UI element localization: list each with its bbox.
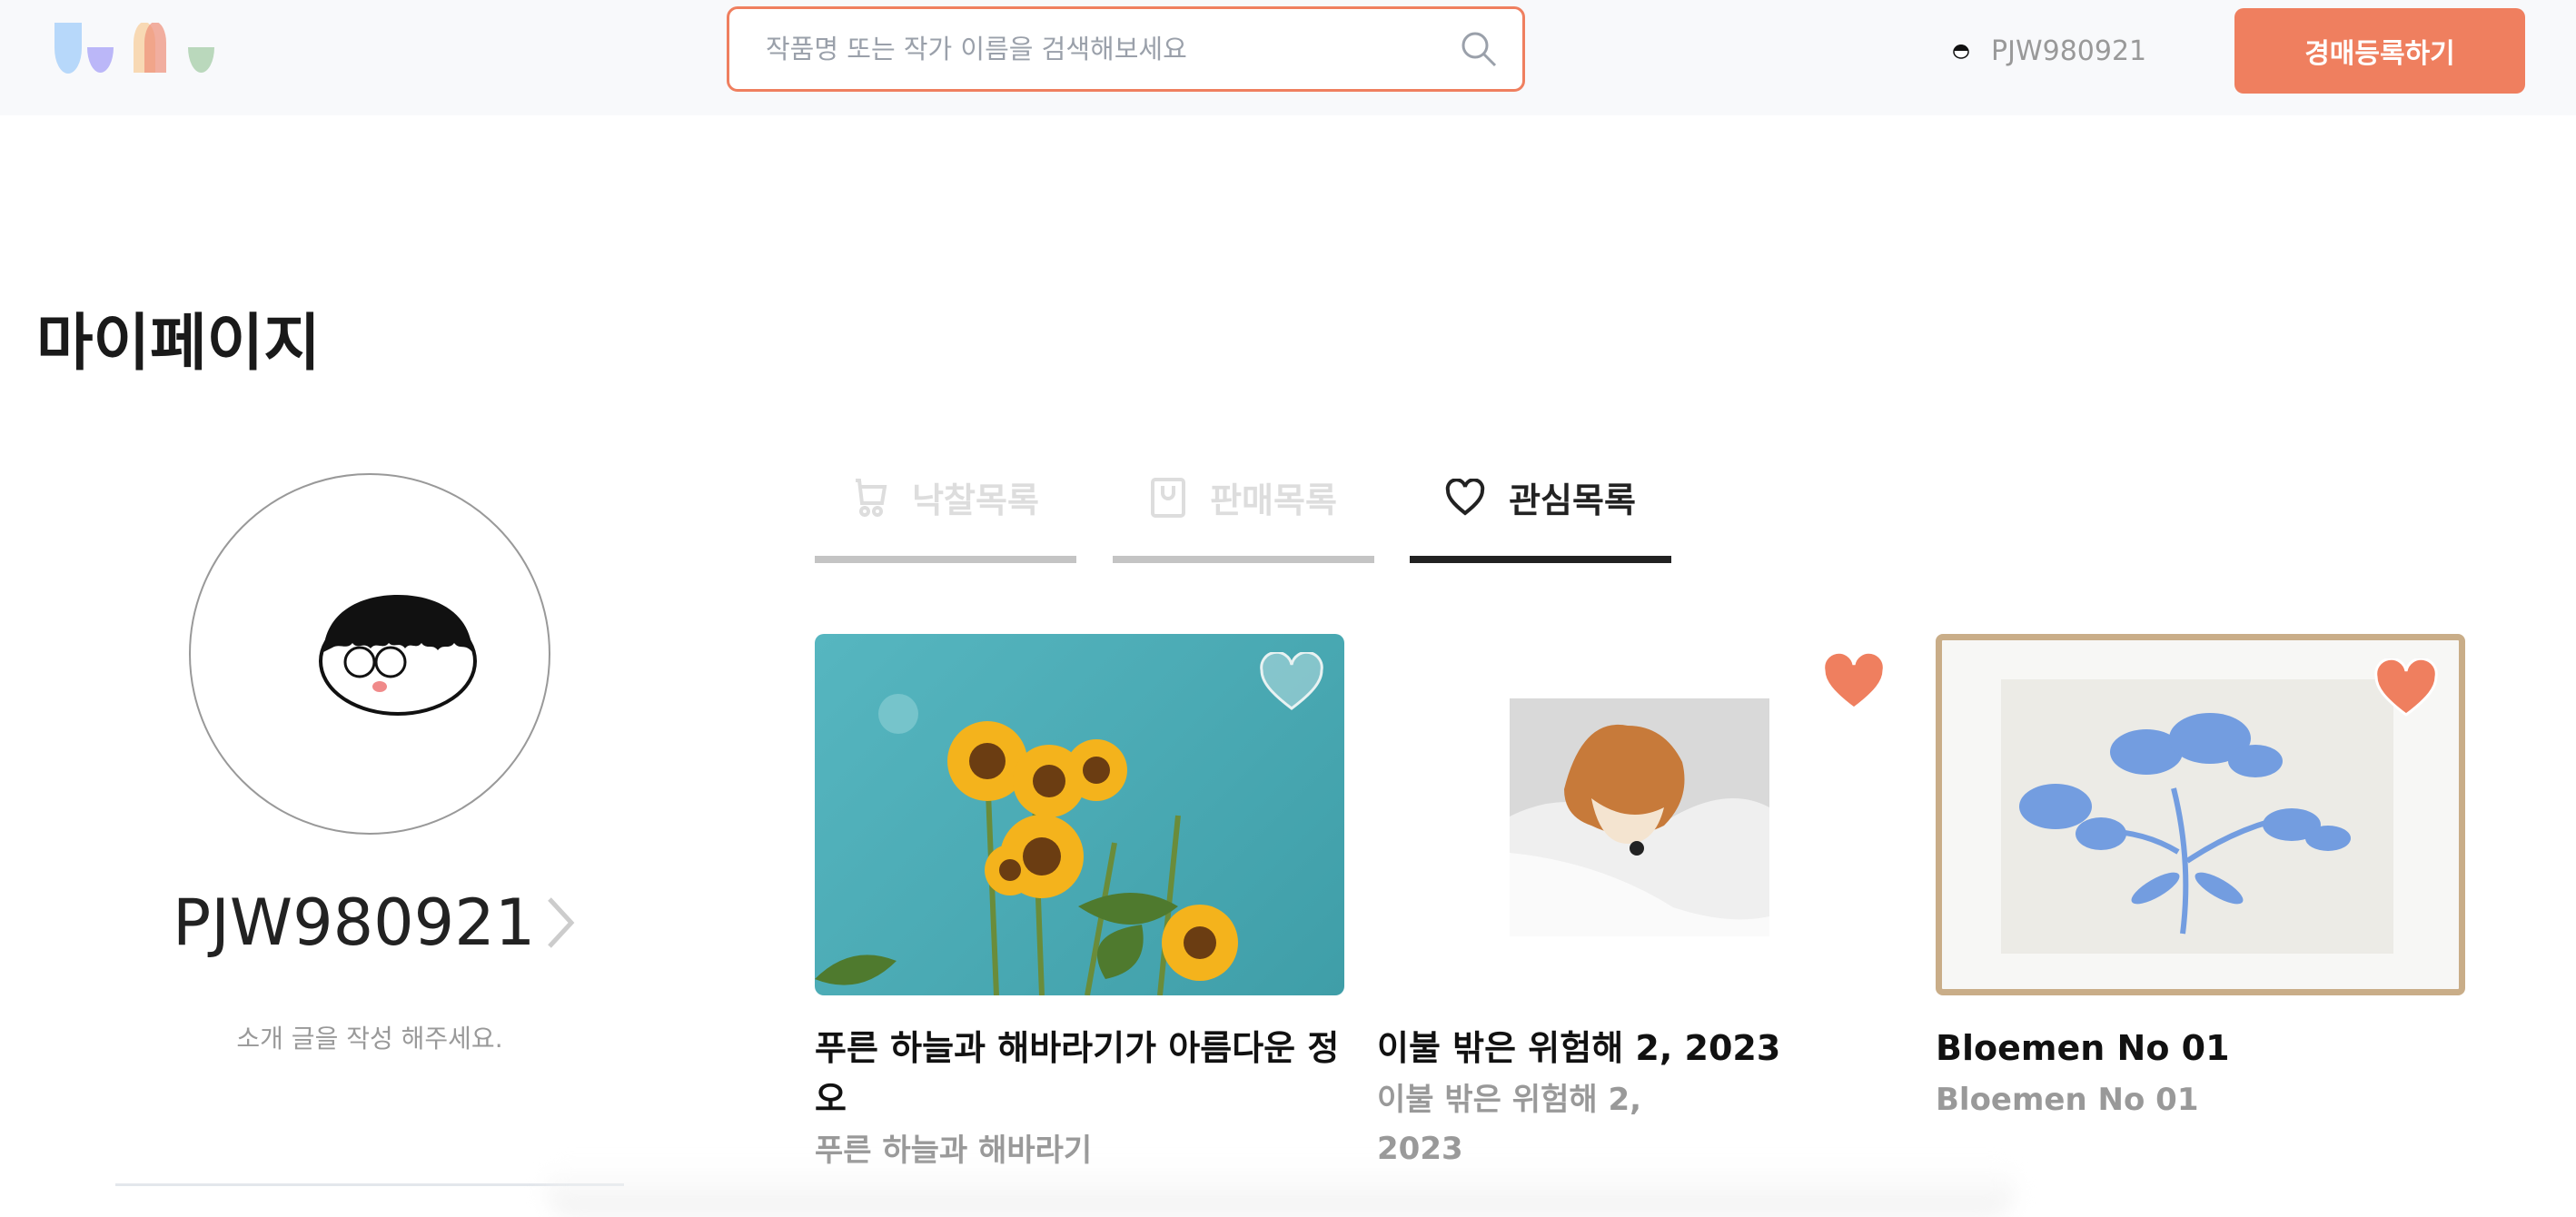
artwork-image — [1377, 634, 1907, 995]
profile-name-link[interactable]: PJW980921 — [173, 886, 579, 960]
heart-filled-icon[interactable] — [1821, 652, 1887, 712]
cart-icon — [856, 478, 887, 517]
heart-outline-icon — [1445, 478, 1485, 516]
register-auction-button[interactable]: 경매등록하기 — [2234, 8, 2525, 94]
artwork-title: 푸른 하늘과 해바라기가 아름다운 정오 — [815, 1028, 1340, 1119]
profile-username: PJW980921 — [173, 886, 536, 960]
chevron-right-icon — [548, 897, 575, 948]
bottom-shadow — [545, 1163, 2016, 1217]
artwork-title: Bloemen No 01 — [1936, 1028, 2230, 1068]
artwork-card[interactable]: 이불 밖은 위험해 2, 2023 이불 밖은 위험해 2, 2023 — [1377, 634, 1907, 1173]
page-title: 마이페이지 — [36, 308, 321, 380]
tab-indicator — [1113, 556, 1374, 563]
artwork-title: 이불 밖은 위험해 2, 2023 — [1377, 1028, 1781, 1068]
profile-intro[interactable]: 소개 글을 작성 해주세요. — [0, 1019, 739, 1055]
heart-filled-icon[interactable] — [2373, 658, 2439, 718]
shopping-bag-icon — [1151, 477, 1186, 518]
artwork-card[interactable]: 푸른 하늘과 해바라기가 아름다운 정오 푸른 하늘과 해바라기 — [815, 634, 1344, 1175]
tab-label: 관심목록 — [1509, 480, 1636, 520]
user-avatar-icon — [1953, 45, 1969, 59]
artwork-image — [1936, 634, 2465, 995]
tab-label: 낙찰목록 — [912, 480, 1039, 520]
logo[interactable] — [54, 22, 318, 79]
artwork-image — [815, 634, 1344, 995]
tab-label: 판매목록 — [1210, 480, 1337, 520]
tab-won-list[interactable]: 낙찰목록 — [815, 463, 1076, 563]
artwork-artist: 이불 밖은 위험해 2, 2023 — [1377, 1082, 1642, 1167]
artwork-artist: Bloemen No 01 — [1936, 1082, 2199, 1118]
search-input[interactable] — [766, 9, 1438, 89]
search-icon[interactable] — [1459, 29, 1499, 69]
tab-wish-list[interactable]: 관심목록 — [1410, 463, 1671, 563]
tab-indicator — [1410, 556, 1671, 563]
heart-outline-icon[interactable] — [1259, 652, 1324, 712]
avatar[interactable] — [189, 473, 550, 835]
tab-indicator — [815, 556, 1076, 563]
search-bar — [727, 6, 1525, 92]
user-menu[interactable]: PJW980921 — [1953, 33, 2146, 69]
artwork-card[interactable]: Bloemen No 01 Bloemen No 01 — [1936, 634, 2465, 1124]
header-username: PJW980921 — [1991, 35, 2147, 67]
tab-sales-list[interactable]: 판매목록 — [1113, 463, 1374, 563]
